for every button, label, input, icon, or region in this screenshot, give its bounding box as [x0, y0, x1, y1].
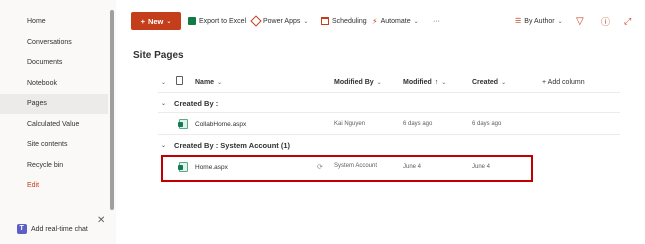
- export-to-excel-label: Export to Excel: [199, 17, 247, 25]
- automate-button[interactable]: ⚡ Automate ⌄: [372, 12, 419, 30]
- group-header[interactable]: ⌄ Created By : System Account (1): [161, 139, 290, 151]
- chevron-down-icon: ⌄: [501, 79, 507, 86]
- more-options-button[interactable]: ···: [433, 12, 440, 30]
- nav-item-recycle-bin[interactable]: Recycle bin: [0, 156, 108, 176]
- scheduling-label: Scheduling: [332, 17, 367, 25]
- export-to-excel-button[interactable]: Export to Excel: [188, 12, 246, 30]
- new-button-label: New: [147, 16, 164, 26]
- add-realtime-chat-button[interactable]: Add real-time chat: [17, 223, 88, 235]
- plus-icon: +: [140, 16, 145, 26]
- group-by-button[interactable]: ☰ By Author ⌄: [515, 12, 563, 30]
- column-created-label: Created: [472, 78, 499, 86]
- nav-edit-link[interactable]: Edit: [0, 176, 108, 196]
- column-header-name[interactable]: Name ⌄: [195, 76, 222, 88]
- chevron-down-icon: ⌄: [413, 18, 419, 25]
- chevron-down-icon: ⌄: [557, 18, 563, 25]
- file-name-link[interactable]: CollabHome.aspx: [195, 118, 246, 130]
- modified-by-cell: Kai Nguyen: [334, 121, 366, 127]
- chevron-down-icon: ⌄: [161, 100, 167, 107]
- list-view-icon: ☰: [515, 18, 522, 25]
- modified-cell: 6 days ago: [403, 121, 433, 127]
- nav-item-documents[interactable]: Documents: [0, 53, 108, 73]
- file-type-icon: [176, 76, 183, 85]
- add-realtime-chat-label: Add real-time chat: [31, 225, 88, 233]
- power-apps-button[interactable]: Power Apps ⌄: [250, 12, 309, 30]
- info-icon[interactable]: ⓘ: [601, 12, 610, 30]
- nav-item-conversations[interactable]: Conversations: [0, 33, 108, 53]
- collapse-all-chevron[interactable]: ⌄: [161, 76, 166, 88]
- calendar-icon: [321, 17, 329, 25]
- automate-icon: ⚡: [372, 16, 378, 26]
- nav-scrollbar[interactable]: [110, 10, 114, 210]
- column-header-modified[interactable]: Modified ↑ ⌄: [403, 76, 446, 88]
- row-divider: [158, 134, 620, 135]
- filter-icon[interactable]: ▽: [576, 12, 584, 30]
- excel-icon: [188, 17, 196, 25]
- chevron-down-icon: ⌄: [166, 18, 172, 25]
- chevron-down-icon: ⌄: [376, 79, 382, 86]
- highlight-annotation-box: [161, 155, 533, 182]
- chevron-down-icon: ⌄: [161, 79, 167, 86]
- aspx-page-icon: [178, 119, 188, 129]
- left-navigation: Home Conversations Documents Notebook Pa…: [0, 0, 116, 244]
- nav-item-notebook[interactable]: Notebook: [0, 74, 108, 94]
- nav-item-pages[interactable]: Pages: [0, 94, 108, 114]
- new-button[interactable]: + New ⌄: [131, 12, 181, 30]
- column-modified-label: Modified: [403, 78, 432, 86]
- column-header-created[interactable]: Created ⌄: [472, 76, 506, 88]
- power-apps-icon: [250, 15, 262, 27]
- sort-ascending-icon: ↑: [434, 78, 439, 86]
- nav-item-calculated-value[interactable]: Calculated Value: [0, 115, 108, 135]
- column-name-label: Name: [195, 78, 215, 86]
- nav-item-site-contents[interactable]: Site contents: [0, 135, 108, 155]
- page-title: Site Pages: [133, 50, 184, 61]
- group-label: Created By : System Account (1): [174, 140, 291, 150]
- group-label: Created By :: [174, 98, 219, 108]
- power-apps-label: Power Apps: [263, 17, 301, 25]
- close-icon[interactable]: ✕: [97, 215, 105, 226]
- expand-icon[interactable]: ⤢: [624, 12, 631, 30]
- nav-item-home[interactable]: Home: [0, 12, 108, 32]
- command-bar: + New ⌄ Export to Excel Power Apps ⌄ Sch…: [130, 12, 645, 32]
- created-cell: 6 days ago: [472, 121, 502, 127]
- teams-icon: [17, 223, 27, 235]
- scheduling-button[interactable]: Scheduling: [321, 12, 367, 30]
- chevron-down-icon: ⌄: [303, 18, 309, 25]
- group-header[interactable]: ⌄ Created By :: [161, 97, 218, 109]
- column-modified-by-label: Modified By: [334, 78, 374, 86]
- chevron-down-icon: ⌄: [217, 79, 223, 86]
- automate-label: Automate: [380, 17, 411, 25]
- row-divider: [158, 112, 620, 113]
- header-divider: [158, 92, 620, 93]
- column-header-modified-by[interactable]: Modified By ⌄: [334, 76, 382, 88]
- add-column-button[interactable]: + Add column: [542, 76, 585, 88]
- group-by-label: By Author: [524, 17, 555, 25]
- chevron-down-icon: ⌄: [441, 79, 447, 86]
- chevron-down-icon: ⌄: [161, 142, 167, 149]
